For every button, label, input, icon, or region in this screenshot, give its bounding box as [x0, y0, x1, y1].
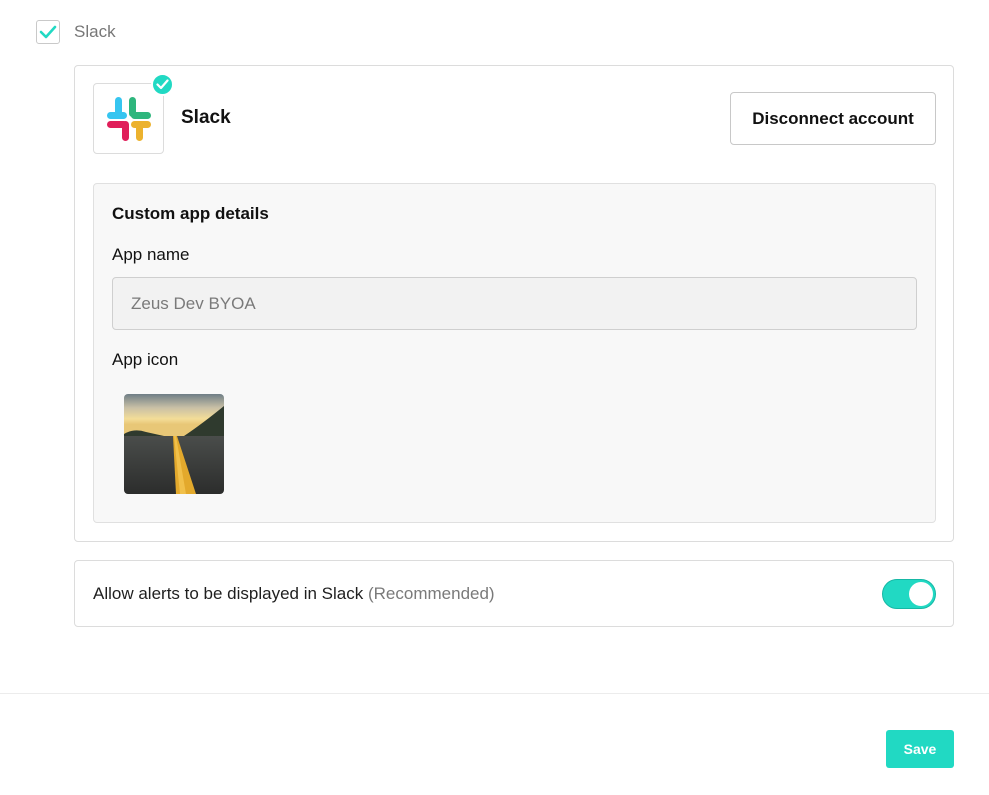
recommended-note: (Recommended) [367, 584, 495, 603]
app-name-label: App name [112, 245, 190, 264]
alerts-setting-text: Allow alerts to be displayed in Slack [93, 584, 364, 603]
connected-badge [151, 73, 174, 96]
app-icon-image [124, 394, 224, 494]
alerts-setting-label: Allow alerts to be displayed in Slack (R… [93, 584, 495, 604]
toggle-knob [909, 582, 933, 606]
app-name-field[interactable] [112, 277, 917, 330]
save-button[interactable]: Save [886, 730, 954, 768]
checkmark-icon [39, 25, 57, 39]
alerts-setting-card: Allow alerts to be displayed in Slack (R… [74, 560, 954, 627]
integration-checkbox-label: Slack [74, 22, 116, 41]
slack-connection-card: Slack Disconnect account Custom app deta… [74, 65, 954, 542]
slack-logo-icon [106, 96, 151, 141]
custom-app-details-panel: Custom app details App name App icon [93, 183, 936, 523]
app-icon-label: App icon [112, 350, 179, 369]
integration-checkbox[interactable] [36, 20, 60, 44]
app-title: Slack [181, 107, 231, 128]
app-logo [93, 83, 164, 154]
integration-checkbox-row: Slack [36, 20, 116, 44]
footer-divider [0, 693, 989, 694]
check-circle-icon [156, 79, 169, 90]
disconnect-account-button[interactable]: Disconnect account [730, 92, 936, 145]
custom-app-details-heading: Custom app details [112, 204, 269, 223]
alerts-toggle[interactable] [882, 579, 936, 609]
